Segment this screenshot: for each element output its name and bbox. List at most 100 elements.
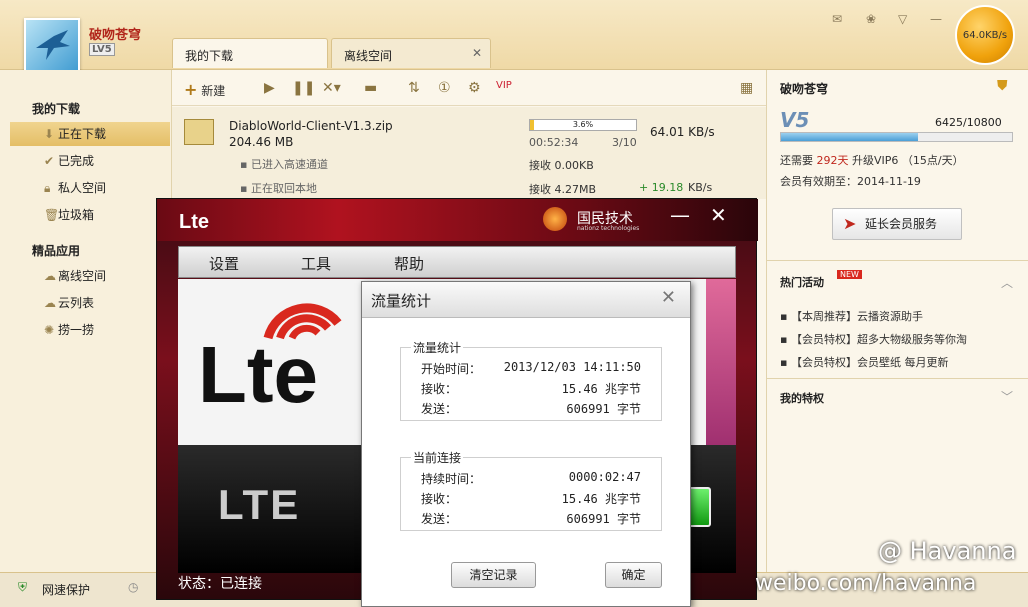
sidebar-item-label: 离线空间 (58, 269, 107, 283)
trash-icon: 🗑︎ (44, 208, 60, 222)
minimize-icon[interactable]: — (930, 12, 942, 26)
need-days: 292天 (816, 154, 849, 167)
right-panel: 破吻苍穹 ⛊ V5 6425/10800 还需要 292天 升级VIP6 （15… (766, 70, 1028, 580)
chevron-down-icon[interactable]: ﹀ (1001, 388, 1013, 405)
username[interactable]: 破吻苍穹 (89, 24, 141, 43)
stat-value: 15.46 兆字节 (561, 382, 641, 396)
mail-icon[interactable]: ✉ (832, 12, 842, 26)
watermark-handle: @ Havanna (878, 537, 1017, 565)
watermark-url: weibo.com/havanna (755, 571, 977, 596)
tab-my-downloads[interactable]: 我的下载 (172, 38, 328, 68)
stat-value: 606991 字节 (566, 512, 641, 526)
stat-value: 0000:02:47 (568, 470, 641, 484)
skin-icon[interactable]: ❀ (866, 12, 876, 26)
hot-item-1[interactable]: ▪ 【本周推荐】云播资源助手 (780, 308, 923, 324)
menu-tools[interactable]: 工具 (301, 253, 331, 274)
hot-activities-title: 热门活动 (780, 276, 824, 289)
progress-fill (530, 120, 534, 130)
hot-item-label: 【本周推荐】云播资源助手 (790, 310, 923, 323)
toolbar: + 新建 ▶ ❚❚ ✕▾ ▬ ⇅ ① ⚙ VIP ▦ (172, 70, 766, 106)
basketball-icon (543, 207, 567, 231)
new-badge: NEW (837, 270, 862, 279)
divider (767, 260, 1028, 261)
menu-icon[interactable]: ▽ (898, 12, 907, 26)
hot-item-3[interactable]: ▪ 【会员特权】会员壁纸 每月更新 (780, 354, 948, 370)
sidebar-item-private[interactable]: 🔒︎ 私人空间 (10, 176, 170, 200)
pause-icon[interactable]: ❚❚ (292, 80, 315, 96)
lte-titlebar: Lte 国民技术 nationz technologies — ✕ (157, 199, 758, 241)
lte-logo: Lte (179, 211, 209, 233)
file-name: DiabloWorld-Client-V1.3.zip (229, 119, 393, 133)
minimize-icon[interactable]: — (670, 203, 690, 227)
sidebar-item-fish[interactable]: ✺ 捞一捞 (10, 318, 170, 342)
net-protect-label[interactable]: 网速保护 (42, 581, 90, 598)
dialog-titlebar: 流量统计 ✕ (362, 282, 690, 318)
lock-icon: 🔒︎ (44, 181, 51, 195)
extend-vip-button[interactable]: ➤ 延长会员服务 (832, 208, 962, 240)
vip-icon[interactable]: VIP (496, 80, 512, 91)
stat-key: 接收： (421, 382, 458, 396)
lte-menu-bar: 设置 工具 帮助 (178, 246, 736, 278)
close-icon[interactable]: ✕ (710, 203, 727, 227)
sidebar-item-downloading[interactable]: ⬇ 正在下载 (10, 122, 170, 146)
download-row[interactable]: DiabloWorld-Client-V1.3.zip 204.46 MB 3.… (172, 107, 766, 199)
banner-edge (706, 279, 736, 445)
close-icon[interactable]: ✕ (661, 287, 676, 308)
extend-vip-label: 延长会员服务 (865, 217, 938, 231)
download-speed: 64.01 KB/s (650, 125, 715, 139)
delete-icon[interactable]: ✕▾ (322, 80, 341, 96)
privileges-title: 我的特权 (780, 392, 824, 405)
close-icon[interactable]: ✕ (472, 46, 482, 60)
folder-icon[interactable]: ▬ (364, 80, 377, 96)
settings-icon[interactable]: ⚙ (468, 80, 481, 96)
vip-upgrade-line: 还需要 292天 升级VIP6 （15点/天） (780, 152, 964, 168)
stat-key: 开始时间： (421, 362, 482, 376)
sub-status-2: ▪ 正在取回本地 (240, 182, 317, 195)
connection-status: 状态：已连接 (178, 576, 262, 592)
sub-status-2-text: 正在取回本地 (250, 182, 317, 195)
play-icon[interactable]: ▶ (264, 80, 275, 96)
top-bar: 破吻苍穹 LV5 我的下载 离线空间 ✕ ✉ ❀ ▽ — 64.0KB/s (0, 0, 1028, 74)
progress-text: 3.6% (572, 120, 594, 129)
menu-settings[interactable]: 设置 (209, 253, 239, 274)
vip-progress-bar (780, 132, 1013, 142)
plus-icon: + (184, 80, 198, 99)
clock-icon[interactable]: ◷ (128, 580, 138, 594)
speed-ball[interactable]: 64.0KB/s (955, 5, 1015, 65)
stat-key: 发送： (421, 402, 458, 416)
sub-recv-1: 接收 0.00KB (529, 159, 594, 172)
sidebar-item-label: 正在下载 (58, 127, 107, 141)
priority-icon[interactable]: ① (438, 80, 451, 96)
grid-icon[interactable]: ▦ (740, 80, 753, 96)
time-remaining: 00:52:34 (529, 136, 579, 149)
stat-key: 接收： (421, 492, 458, 506)
vip-level: V5 (780, 108, 810, 132)
connection-group-title: 当前连接 (411, 449, 464, 466)
chevron-up-icon[interactable]: ︿ (1001, 274, 1013, 291)
stat-value: 606991 字节 (566, 402, 641, 416)
clear-records-button[interactable]: 清空记录 (451, 562, 536, 588)
dialog-title: 流量统计 (371, 292, 432, 310)
current-connection-group: 当前连接 持续时间： 0000:02:47 接收： 15.46 兆字节 发送： 606… (400, 449, 662, 531)
hot-item-2[interactable]: ▪ 【会员特权】超多大物级服务等你淘 (780, 331, 967, 347)
sidebar-item-completed[interactable]: ✔ 已完成 (10, 149, 170, 173)
progress-bar: 3.6% (529, 119, 637, 131)
divider (767, 378, 1028, 379)
download-icon: ⬇ (44, 127, 55, 141)
sub-speed-unit-2: KB/s (688, 181, 713, 194)
sidebar-item-offline[interactable]: ☁ 离线空间 (10, 264, 170, 288)
sidebar-header-downloads: 我的下载 (32, 102, 81, 116)
menu-help[interactable]: 帮助 (394, 253, 424, 274)
user-avatar[interactable] (24, 18, 80, 74)
sidebar-item-trash[interactable]: 🗑︎ 垃圾箱 (10, 203, 170, 227)
need-prefix: 还需要 (780, 154, 813, 167)
star-icon: ✺ (44, 323, 55, 337)
sort-icon[interactable]: ⇅ (408, 80, 420, 96)
ok-button[interactable]: 确定 (605, 562, 662, 588)
new-button[interactable]: + 新建 (184, 80, 225, 99)
vip-progress-fill (781, 133, 919, 141)
sidebar-item-cloudlist[interactable]: ☁ 云列表 (10, 291, 170, 315)
cloud-list-icon: ☁ (44, 296, 56, 310)
sidebar-item-label: 已完成 (58, 154, 95, 168)
tab-offline-space[interactable]: 离线空间 ✕ (331, 38, 491, 68)
